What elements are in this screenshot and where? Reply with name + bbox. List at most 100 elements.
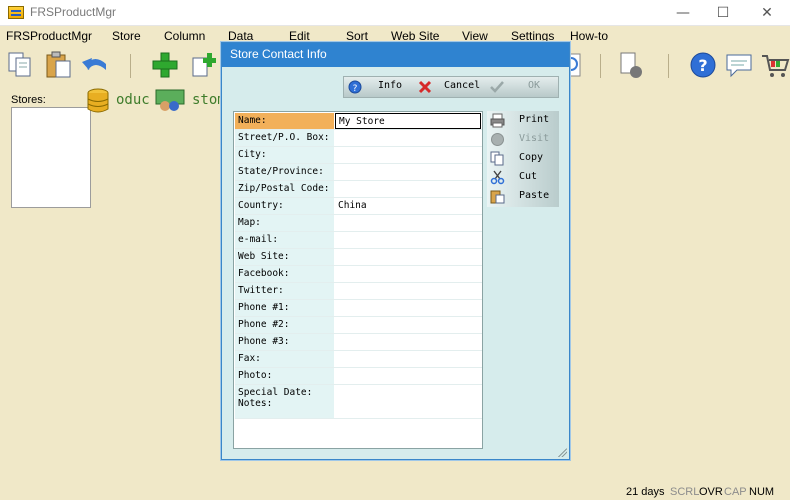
field-label: Phone #3: bbox=[235, 334, 334, 350]
country-field[interactable]: China bbox=[335, 198, 481, 214]
cart-icon[interactable] bbox=[760, 50, 790, 80]
title-bar: FRSProductMgr — ☐ ✕ bbox=[0, 0, 790, 26]
visit-button[interactable]: Visit bbox=[487, 130, 559, 149]
export-icon[interactable] bbox=[616, 50, 646, 80]
special-date-label: Special Date: bbox=[238, 387, 313, 398]
city-field[interactable] bbox=[335, 147, 481, 163]
menu-how-to[interactable]: How-to bbox=[570, 29, 608, 43]
database-icon[interactable] bbox=[86, 88, 110, 114]
copy-label: Copy bbox=[519, 152, 544, 163]
help-icon[interactable]: ? bbox=[688, 50, 718, 80]
field-label: Phone #2: bbox=[235, 317, 334, 333]
field-label: Facebook: bbox=[235, 266, 334, 282]
customers-icon[interactable] bbox=[154, 88, 186, 114]
field-row-state: State/Province: bbox=[235, 164, 482, 181]
chat-icon[interactable] bbox=[724, 50, 754, 80]
scissors-icon bbox=[490, 170, 505, 185]
printer-icon bbox=[490, 113, 505, 128]
add-copy-icon[interactable] bbox=[190, 50, 220, 80]
app-icon bbox=[8, 6, 24, 19]
street-field[interactable] bbox=[335, 130, 481, 146]
field-row-photo: Photo: bbox=[235, 368, 482, 385]
notes-label: Notes: bbox=[238, 398, 273, 409]
side-button-panel: Print Visit Copy Cut Paste bbox=[487, 111, 559, 207]
field-row-city: City: bbox=[235, 147, 482, 164]
svg-text:?: ? bbox=[698, 56, 707, 75]
field-label: Twitter: bbox=[235, 283, 334, 299]
window-title: FRSProductMgr bbox=[30, 5, 117, 19]
menu-view[interactable]: View bbox=[462, 29, 488, 43]
info-button[interactable]: Info bbox=[378, 80, 402, 91]
copy-icon[interactable] bbox=[6, 50, 36, 80]
menu-data[interactable]: Data bbox=[228, 29, 253, 43]
field-row-fax: Fax: bbox=[235, 351, 482, 368]
status-days: 21 days bbox=[626, 486, 665, 498]
field-row-phone2: Phone #2: bbox=[235, 317, 482, 334]
toolbar-separator bbox=[600, 54, 601, 78]
paste-icon bbox=[490, 190, 505, 204]
menu-sort[interactable]: Sort bbox=[346, 29, 368, 43]
background-products-label: oduc bbox=[116, 92, 150, 108]
field-label: Name: bbox=[235, 113, 334, 129]
cut-label: Cut bbox=[519, 171, 538, 182]
website-field[interactable] bbox=[335, 249, 481, 265]
check-icon bbox=[490, 81, 504, 93]
phone1-field[interactable] bbox=[335, 300, 481, 316]
menu-web-site[interactable]: Web Site bbox=[391, 29, 439, 43]
menu-store[interactable]: Store bbox=[112, 29, 141, 43]
map-field[interactable] bbox=[335, 215, 481, 231]
menu-column[interactable]: Column bbox=[164, 29, 205, 43]
undo-icon[interactable] bbox=[80, 50, 110, 80]
menu-settings[interactable]: Settings bbox=[511, 29, 554, 43]
field-row-twitter: Twitter: bbox=[235, 283, 482, 300]
name-field[interactable]: My Store bbox=[335, 113, 481, 129]
stores-list[interactable] bbox=[11, 107, 91, 208]
copy-button[interactable]: Copy bbox=[487, 149, 559, 168]
cancel-button[interactable]: Cancel bbox=[444, 80, 480, 91]
svg-text:?: ? bbox=[353, 84, 358, 94]
print-label: Print bbox=[519, 114, 550, 125]
photo-field[interactable] bbox=[335, 368, 481, 384]
facebook-field[interactable] bbox=[335, 266, 481, 282]
paste-button[interactable]: Paste bbox=[487, 187, 559, 206]
status-ovr: OVR bbox=[699, 486, 723, 498]
store-contact-dialog: Store Contact Info ? Info Cancel OK Name… bbox=[221, 42, 570, 460]
ok-button[interactable]: OK bbox=[528, 80, 540, 91]
stores-label: Stores: bbox=[11, 94, 46, 106]
globe-icon bbox=[491, 133, 504, 146]
fax-field[interactable] bbox=[335, 351, 481, 367]
add-icon[interactable] bbox=[150, 50, 180, 80]
menu-edit[interactable]: Edit bbox=[289, 29, 310, 43]
resize-grip[interactable] bbox=[557, 447, 567, 457]
info-icon: ? bbox=[348, 80, 362, 94]
field-label: Country: bbox=[235, 198, 334, 214]
visit-label: Visit bbox=[519, 133, 550, 144]
phone2-field[interactable] bbox=[335, 317, 481, 333]
cut-button[interactable]: Cut bbox=[487, 168, 559, 187]
field-row-website: Web Site: bbox=[235, 249, 482, 266]
field-row-special-date: Special Date: Notes: bbox=[235, 385, 482, 419]
field-label: Photo: bbox=[235, 368, 334, 384]
field-row-email: e-mail: bbox=[235, 232, 482, 249]
field-label: Phone #1: bbox=[235, 300, 334, 316]
field-row-phone3: Phone #3: bbox=[235, 334, 482, 351]
field-row-country: Country: China bbox=[235, 198, 482, 215]
contact-form: Name: My Store Street/P.O. Box: City: St… bbox=[233, 111, 483, 449]
dialog-title: Store Contact Info bbox=[222, 43, 569, 67]
special-date-field[interactable] bbox=[335, 385, 481, 418]
email-field[interactable] bbox=[335, 232, 481, 248]
menu-frsproductmgr[interactable]: FRSProductMgr bbox=[6, 29, 92, 43]
zip-field[interactable] bbox=[335, 181, 481, 197]
field-row-zip: Zip/Postal Code: bbox=[235, 181, 482, 198]
paste-icon[interactable] bbox=[44, 50, 74, 80]
field-label: Street/P.O. Box: bbox=[235, 130, 334, 146]
print-button[interactable]: Print bbox=[487, 111, 559, 130]
close-button[interactable]: ✕ bbox=[744, 0, 790, 26]
twitter-field[interactable] bbox=[335, 283, 481, 299]
field-label: e-mail: bbox=[235, 232, 334, 248]
phone3-field[interactable] bbox=[335, 334, 481, 350]
state-field[interactable] bbox=[335, 164, 481, 180]
dialog-button-bar: ? Info Cancel OK bbox=[343, 76, 559, 98]
field-label: Zip/Postal Code: bbox=[235, 181, 334, 197]
maximize-button[interactable]: ☐ bbox=[700, 0, 746, 26]
